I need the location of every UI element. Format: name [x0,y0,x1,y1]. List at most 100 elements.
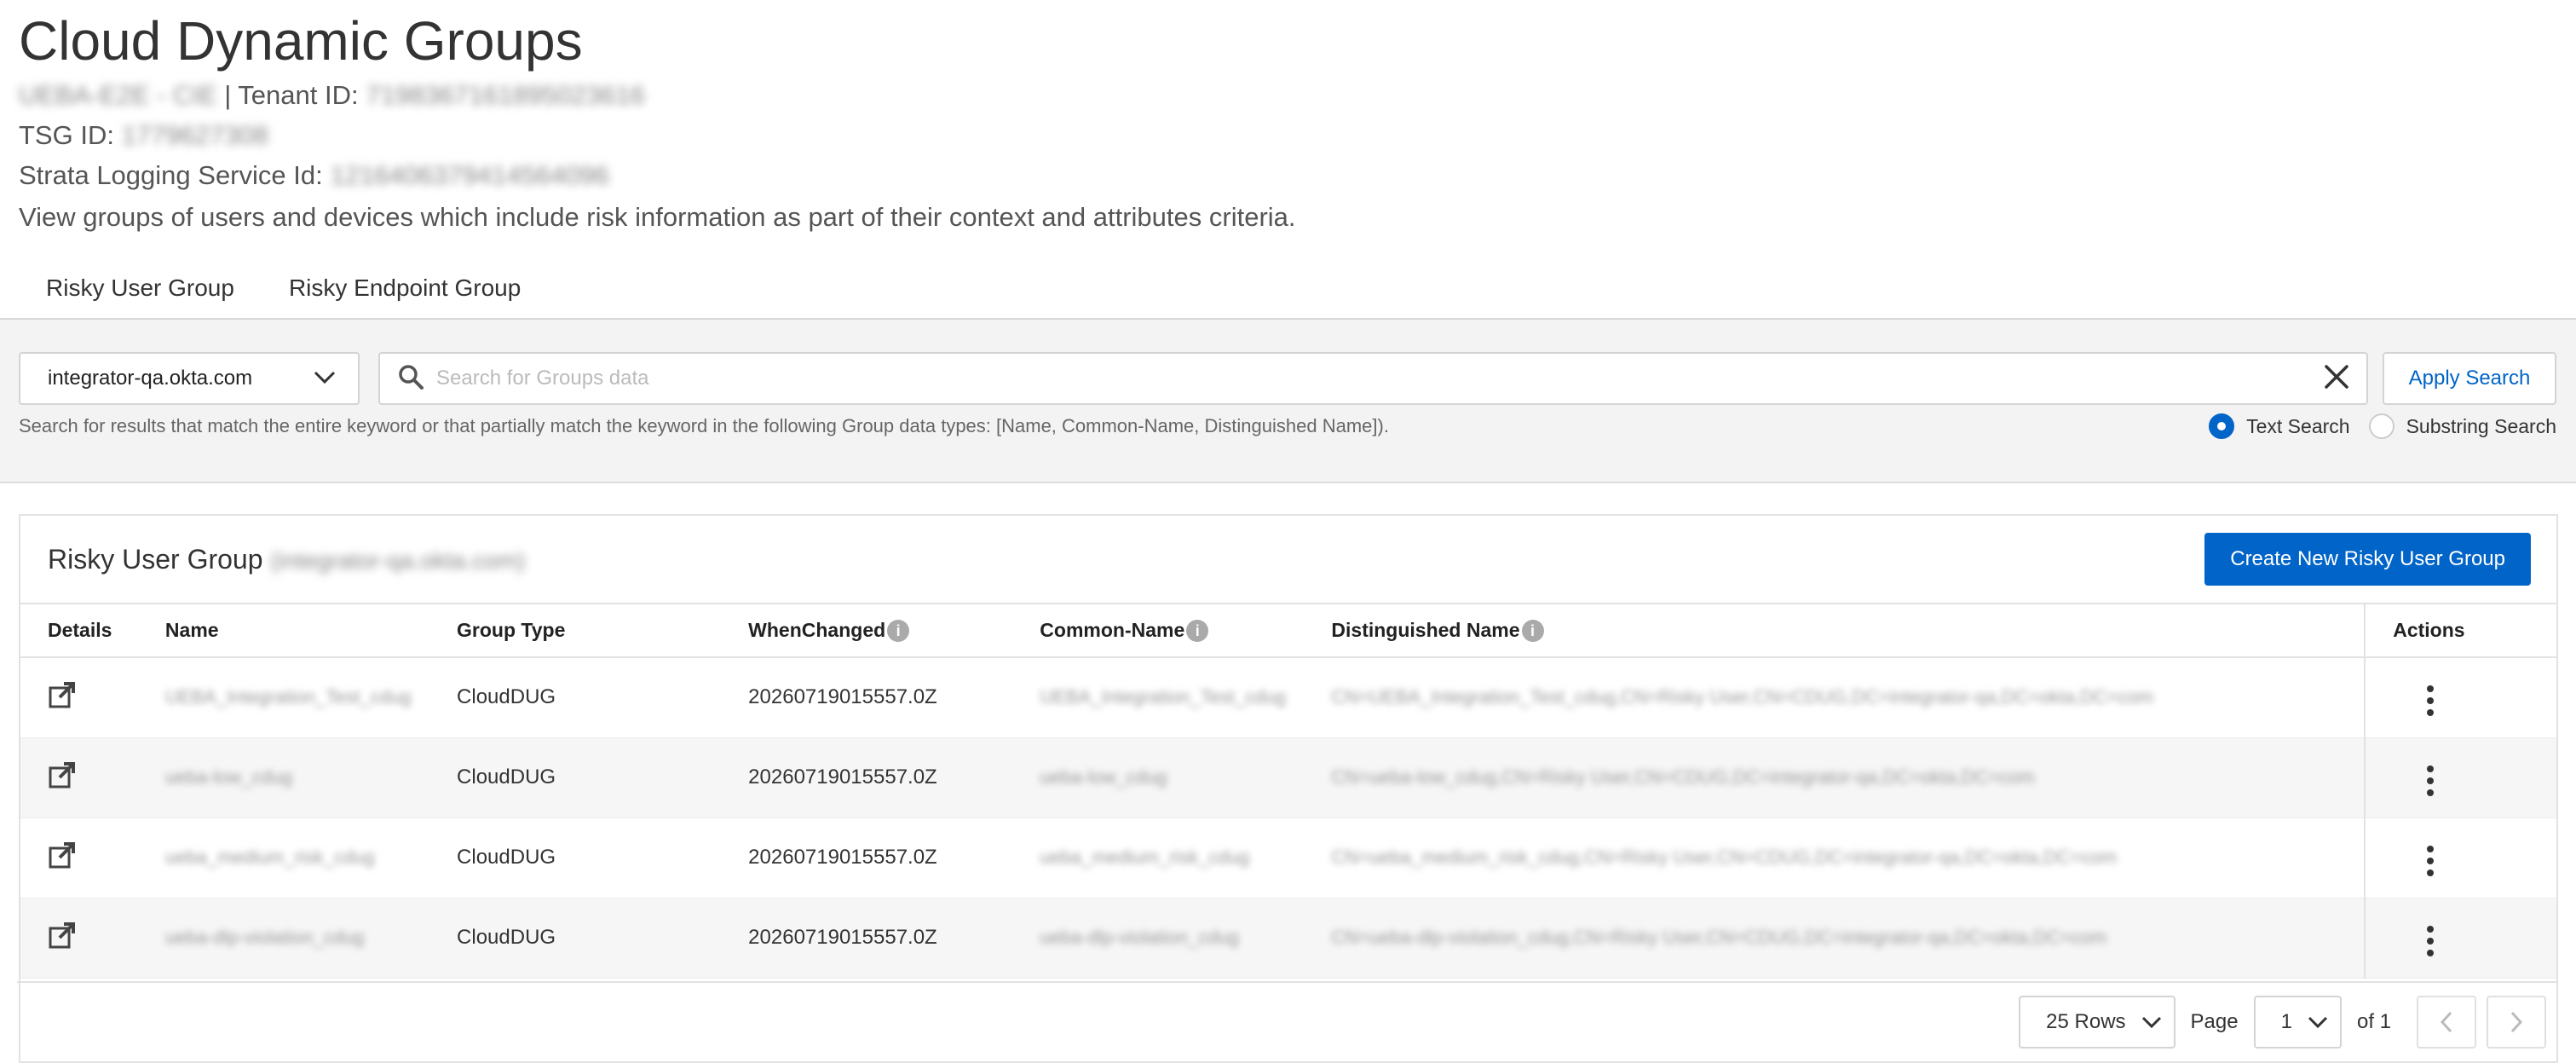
radio-substring-search[interactable]: Substring Search [2368,413,2556,439]
tsg-line: TSG ID: 1779627308 [19,115,2558,155]
group-type-cell: CloudDUG [448,657,741,738]
tab-bar: Risky User Group Risky Endpoint Group [19,264,548,323]
col-header-common-name: Common-Name i [1031,604,1323,658]
distinguished-name-cell: CN=ueba-dlp-violation_cdug,CN=Risky User… [1323,898,2366,979]
open-external-icon[interactable] [48,841,77,875]
page-header: Cloud Dynamic Groups UEBA-E2E - CIE | Te… [19,7,2558,240]
kebab-menu-icon[interactable] [2417,680,2444,721]
card-title-domain: (integrator-qa.okta.com) [270,546,526,574]
sls-line: Strata Logging Service Id: 1216406379414… [19,155,2558,195]
page-description: View groups of users and devices which i… [19,202,1296,232]
chevron-down-icon [2141,1010,2162,1034]
search-field [378,352,2368,405]
tenant-id-label: | Tenant ID: [224,80,359,110]
table-row: ueba-low_cdug CloudDUG 20260719015557.0Z… [20,737,2556,818]
page-title: Cloud Dynamic Groups [19,10,583,72]
name-cell: ueba_medium_risk_cdug [156,817,449,898]
domain-select-value: integrator-qa.okta.com [48,367,253,390]
search-mode-radio-group: Text Search Substring Search [2190,413,2556,439]
col-header-details: Details [20,604,157,658]
details-cell [20,898,157,979]
details-cell [20,817,157,898]
sls-id: 1216406379414564096 [330,160,609,190]
rows-per-page-select[interactable]: 25 Rows [2019,996,2175,1049]
group-type-cell: CloudDUG [448,737,741,818]
tab-risky-user-group[interactable]: Risky User Group [19,264,262,323]
distinguished-name-cell: CN=ueba_medium_risk_cdug,CN=Risky User,C… [1323,817,2366,898]
open-external-icon[interactable] [48,761,77,794]
col-header-when-changed: WhenChanged i [740,604,1032,658]
chevron-left-icon [2440,1011,2452,1033]
name-value: ueba-dlp-violation_cdug [164,927,365,948]
details-cell [20,657,157,738]
create-risky-user-group-button[interactable]: Create New Risky User Group [2204,533,2531,586]
open-external-icon[interactable] [48,681,77,714]
tsg-id: 1779627308 [121,120,268,150]
common-name-cell: ueba_medium_risk_cdug [1031,817,1323,898]
col-header-distinguished-name: Distinguished Name i [1323,604,2366,658]
card-title: Risky User Group (integrator-qa.okta.com… [48,544,525,575]
actions-cell [2364,657,2556,738]
chevron-right-icon [2510,1011,2523,1033]
name-cell: UEBA_Integration_Test_cdug [156,657,449,738]
close-icon[interactable] [2324,364,2349,394]
col-header-name: Name [156,604,449,658]
kebab-menu-icon[interactable] [2417,841,2444,881]
distinguished-name-value: CN=ueba_medium_risk_cdug,CN=Risky User,C… [1331,846,2118,868]
radio-text-search-label: Text Search [2246,414,2350,437]
groups-table: Details Name Group Type WhenChanged i Com… [20,604,2556,979]
col-header-common-name-label: Common-Name [1040,618,1185,641]
common-name-cell: UEBA_Integration_Test_cdug [1031,657,1323,738]
distinguished-name-value: CN=ueba-low_cdug,CN=Risky User,CN=CDUG,D… [1331,766,2035,788]
common-name-value: ueba-dlp-violation_cdug [1040,927,1239,948]
search-input[interactable] [436,367,2324,390]
name-value: UEBA_Integration_Test_cdug [164,686,412,708]
search-icon [397,363,424,395]
page-total-label: of 1 [2356,1010,2391,1033]
name-value: ueba-low_cdug [164,766,293,788]
group-type-cell: CloudDUG [448,817,741,898]
tab-risky-endpoint-group[interactable]: Risky Endpoint Group [262,264,548,323]
group-type-cell: CloudDUG [448,898,741,979]
chevron-down-icon [2308,1010,2328,1034]
chevron-down-icon [314,367,336,390]
col-header-when-changed-label: WhenChanged [748,618,886,641]
common-name-cell: ueba-low_cdug [1031,737,1323,818]
radio-substring-search-label: Substring Search [2406,414,2556,437]
info-icon[interactable]: i [1521,620,1544,643]
common-name-value: ueba_medium_risk_cdug [1040,846,1250,868]
distinguished-name-value: CN=ueba-dlp-violation_cdug,CN=Risky User… [1331,927,2107,948]
search-help-text: Search for results that match the entire… [19,415,1389,436]
info-icon[interactable]: i [1186,620,1209,643]
radio-text-search[interactable]: Text Search [2209,413,2350,439]
common-name-cell: ueba-dlp-violation_cdug [1031,898,1323,979]
sls-label: Strata Logging Service Id: [19,160,323,190]
col-header-distinguished-name-label: Distinguished Name [1331,618,1520,641]
table-row: ueba_medium_risk_cdug CloudDUG 202607190… [20,817,2556,898]
kebab-menu-icon[interactable] [2417,921,2444,962]
info-icon[interactable]: i [887,620,910,643]
open-external-icon[interactable] [48,921,77,955]
page-label: Page [2190,1010,2239,1033]
name-cell: ueba-dlp-violation_cdug [156,898,449,979]
radio-unchecked-icon [2368,413,2394,439]
search-panel: integrator-qa.okta.com Apply Search Sear… [0,320,2576,483]
name-value: ueba_medium_risk_cdug [164,846,375,868]
distinguished-name-cell: CN=ueba-low_cdug,CN=Risky User,CN=CDUG,D… [1323,737,2366,818]
col-header-group-type: Group Type [448,604,741,658]
page-number-select[interactable]: 1 [2253,996,2342,1049]
card-title-text: Risky User Group [48,543,263,575]
table-row: ueba-dlp-violation_cdug CloudDUG 2026071… [20,898,2556,979]
tenant-id: 719836716189502361​6 [366,80,645,110]
prev-page-button[interactable] [2417,996,2476,1049]
distinguished-name-value: CN=UEBA_Integration_Test_cdug,CN=Risky U… [1331,686,2154,708]
domain-select[interactable]: integrator-qa.okta.com [19,352,360,405]
actions-cell [2364,898,2556,979]
col-header-actions: Actions [2364,604,2556,658]
apply-search-button[interactable]: Apply Search [2383,352,2556,405]
next-page-button[interactable] [2487,996,2546,1049]
kebab-menu-icon[interactable] [2417,760,2444,801]
table-row: UEBA_Integration_Test_cdug CloudDUG 2026… [20,657,2556,738]
actions-cell [2364,737,2556,818]
tsg-label: TSG ID: [19,120,114,150]
